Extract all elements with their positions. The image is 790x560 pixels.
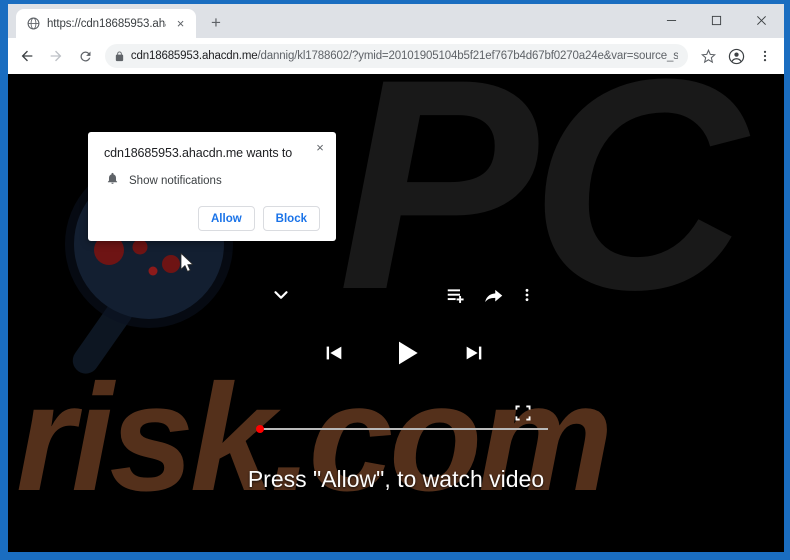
progress-handle[interactable] bbox=[256, 425, 264, 433]
bell-icon bbox=[106, 172, 119, 190]
address-bar[interactable]: cdn18685953.ahacdn.me/dannig/kl1788602/?… bbox=[104, 44, 688, 68]
allow-button[interactable]: Allow bbox=[198, 206, 255, 231]
chevron-down-icon[interactable] bbox=[266, 280, 296, 310]
dialog-title: cdn18685953.ahacdn.me wants to bbox=[104, 146, 293, 160]
dialog-actions: Allow Block bbox=[104, 206, 320, 231]
browser-window: https://cdn18685953.ahacdn.me/ × + bbox=[8, 4, 784, 552]
close-icon[interactable] bbox=[739, 4, 784, 36]
url-host: cdn18685953.ahacdn.me bbox=[130, 50, 258, 62]
three-dot-menu-icon[interactable] bbox=[752, 43, 778, 69]
more-vertical-icon[interactable] bbox=[514, 280, 540, 310]
dialog-close-icon[interactable]: × bbox=[312, 139, 328, 155]
playlist-add-icon[interactable] bbox=[441, 280, 471, 310]
url-path: /dannig/kl1788602/?ymid=20101905104b5f21… bbox=[257, 50, 678, 62]
star-icon[interactable] bbox=[696, 43, 722, 69]
back-arrow-icon[interactable] bbox=[14, 42, 41, 70]
browser-tab[interactable]: https://cdn18685953.ahacdn.me/ × bbox=[16, 9, 196, 38]
permission-row: Show notifications bbox=[104, 172, 320, 190]
permission-label: Show notifications bbox=[129, 175, 222, 187]
tab-close-icon[interactable]: × bbox=[173, 16, 188, 31]
notification-permission-dialog: × cdn18685953.ahacdn.me wants to Show no… bbox=[88, 132, 336, 241]
avatar-icon[interactable] bbox=[724, 43, 750, 69]
address-bar-url: cdn18685953.ahacdn.me/dannig/kl1788602/?… bbox=[131, 50, 678, 62]
fullscreen-icon[interactable] bbox=[508, 398, 538, 428]
tab-strip: https://cdn18685953.ahacdn.me/ × + bbox=[8, 4, 784, 38]
window-controls bbox=[649, 4, 784, 36]
page-content: PC risk.com Press "Allow", to watch vide… bbox=[8, 74, 784, 552]
skip-previous-icon[interactable] bbox=[318, 337, 350, 369]
lock-icon bbox=[109, 45, 131, 67]
browser-toolbar: cdn18685953.ahacdn.me/dannig/kl1788602/?… bbox=[8, 38, 784, 74]
maximize-icon[interactable] bbox=[694, 4, 739, 36]
block-button[interactable]: Block bbox=[262, 206, 320, 231]
new-tab-button[interactable]: + bbox=[202, 9, 230, 37]
tab-title: https://cdn18685953.ahacdn.me/ bbox=[47, 17, 166, 30]
globe-icon bbox=[26, 17, 40, 31]
minimize-icon[interactable] bbox=[649, 4, 694, 36]
progress-bar[interactable] bbox=[256, 425, 548, 433]
screenshot-root: https://cdn18685953.ahacdn.me/ × + bbox=[0, 0, 790, 560]
forward-arrow-icon bbox=[43, 42, 70, 70]
press-allow-message: Press "Allow", to watch video bbox=[247, 466, 545, 492]
play-icon[interactable] bbox=[388, 334, 426, 372]
skip-next-icon[interactable] bbox=[458, 337, 490, 369]
reload-icon[interactable] bbox=[72, 42, 99, 70]
share-icon[interactable] bbox=[478, 280, 508, 310]
